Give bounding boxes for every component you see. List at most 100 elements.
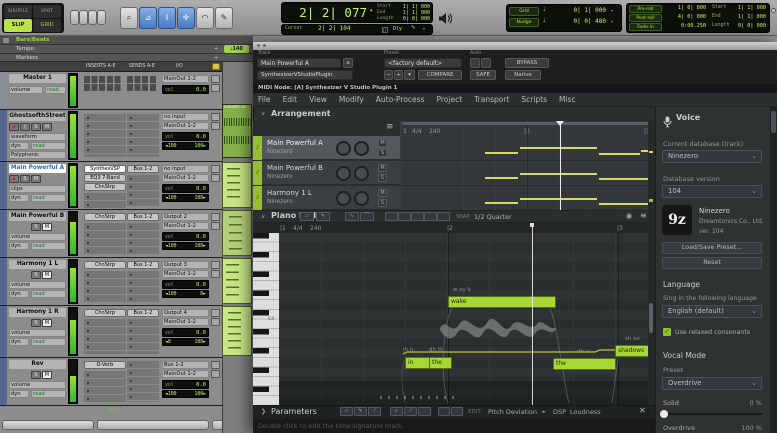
- post-roll-chip[interactable]: Post-roll: [629, 14, 662, 22]
- insert-slots-empty[interactable]: [84, 319, 126, 354]
- solo-button[interactable]: S: [31, 223, 41, 231]
- cycle-arrows-icon[interactable]: ◂▸: [541, 409, 546, 415]
- arr-mute-button[interactable]: M: [378, 189, 387, 197]
- input-selector[interactable]: Output 4: [162, 309, 209, 317]
- insert-position-button[interactable]: a: [343, 58, 353, 68]
- menu-project[interactable]: Project: [436, 95, 462, 104]
- plugin-name-selector[interactable]: SynthesizerVStudioPlugin: [257, 70, 353, 80]
- toolbar-expand-button[interactable]: [771, 8, 776, 13]
- track-options-button[interactable]: [211, 270, 220, 278]
- track-dyn-selector[interactable]: dyn: [9, 290, 29, 298]
- param-tool-button[interactable]: [451, 407, 463, 416]
- auto-safe-icon-button[interactable]: [481, 58, 491, 68]
- vertical-scroll-thumb[interactable]: [649, 303, 653, 333]
- safe-button[interactable]: SAFE: [470, 70, 496, 80]
- param-tool-button[interactable]: ▱: [340, 407, 353, 416]
- arrangement-hscrollbar[interactable]: [402, 122, 650, 125]
- output-selector[interactable]: MainOut 1-2: [162, 270, 209, 278]
- arr-solo-button[interactable]: S: [378, 199, 387, 207]
- arrangement-playhead[interactable]: [560, 121, 561, 210]
- grid-note-icon[interactable]: ♩: [543, 6, 546, 13]
- grid-indicator-icon[interactable]: [382, 27, 388, 33]
- track-dyn-selector[interactable]: dyn: [9, 390, 29, 398]
- note-segment[interactable]: [520, 147, 597, 149]
- voice-panel-scrollbar[interactable]: [770, 107, 777, 433]
- track-name[interactable]: GhostsofthStreet: [9, 112, 66, 121]
- output-selector[interactable]: MainOut 1-2: [162, 174, 209, 182]
- overview-strip[interactable]: [648, 121, 655, 405]
- grid-mode-chip[interactable]: Grid: [509, 7, 539, 16]
- dsp-label[interactable]: DSP: [553, 408, 566, 416]
- send-assignment[interactable]: Bus 1-2: [127, 309, 159, 317]
- input-selector[interactable]: Bus 1-2: [162, 361, 209, 369]
- loop-icon[interactable]: ◉: [626, 212, 632, 220]
- output-selector[interactable]: MainOut 1-2: [162, 75, 209, 83]
- length-value-2[interactable]: 0| 0| 000: [736, 23, 766, 29]
- language-selector[interactable]: English (default)⌄: [662, 305, 762, 318]
- note-segment[interactable]: [485, 177, 518, 179]
- fade-in-value[interactable]: 0:00.250: [664, 23, 706, 29]
- pan-readout[interactable]: ◄100100►: [162, 242, 209, 250]
- menu-file[interactable]: File: [258, 95, 271, 104]
- vibrato-tool-button[interactable]: ⌒: [360, 212, 374, 221]
- send-slots-empty[interactable]: [127, 114, 159, 157]
- track-automation-selector[interactable]: read: [31, 242, 66, 250]
- note-lyric[interactable]: wake: [448, 296, 556, 308]
- input-selector[interactable]: no input: [162, 165, 209, 173]
- param-tool-button[interactable]: ⟋: [404, 407, 417, 416]
- bypass-button[interactable]: BYPASS: [505, 58, 549, 68]
- bottom-toolbar-button[interactable]: [2, 420, 94, 430]
- current-db-selector[interactable]: Ninezero⌄: [662, 150, 762, 163]
- output-meter-icon[interactable]: [438, 10, 452, 29]
- track-options-button[interactable]: [211, 122, 220, 130]
- note-phoneme[interactable]: dh a: [577, 349, 589, 355]
- track-options-button[interactable]: [211, 261, 220, 269]
- ruler-menu-icon[interactable]: [3, 38, 9, 43]
- send-assignment[interactable]: Bus 1-2: [127, 213, 159, 221]
- pan-readout[interactable]: ◄0100►: [162, 338, 209, 346]
- gain-knob[interactable]: [354, 191, 369, 206]
- param-tool-button[interactable]: ⟋: [368, 407, 381, 416]
- track-color-strip[interactable]: [0, 358, 7, 405]
- track-color-strip[interactable]: [0, 210, 7, 257]
- counter-caret-icon[interactable]: ▾: [370, 8, 373, 14]
- insert-slots-empty[interactable]: [84, 271, 126, 302]
- track-automation-selector[interactable]: read: [31, 390, 66, 398]
- note-segment[interactable]: [520, 173, 597, 175]
- start-value-2[interactable]: 1| 1| 000: [736, 5, 766, 11]
- pan-knob[interactable]: [336, 191, 351, 206]
- gain-knob[interactable]: [354, 166, 369, 181]
- insert-plugin[interactable]: ChnStrp: [84, 261, 126, 269]
- param-tool-button[interactable]: [438, 407, 450, 416]
- pan-readout[interactable]: ◄100100►: [162, 142, 209, 150]
- track-color-strip[interactable]: [0, 306, 7, 357]
- mode-grid-button[interactable]: GRID: [33, 19, 61, 32]
- mode-toggle-button[interactable]: [385, 212, 398, 221]
- mute-button[interactable]: M: [31, 175, 41, 183]
- note-phoneme[interactable]: ih n: [403, 347, 413, 353]
- pan-readout[interactable]: ◄1000►: [162, 290, 209, 298]
- mode-slip-button[interactable]: SLIP: [4, 19, 32, 32]
- insert-slots-empty[interactable]: [84, 114, 126, 157]
- nudge-value[interactable]: 0| 0| 480: [552, 18, 606, 25]
- track-options-button[interactable]: [211, 222, 220, 230]
- solo-button[interactable]: S: [31, 271, 41, 279]
- note-segment[interactable]: [599, 153, 640, 155]
- note-segment[interactable]: [599, 178, 653, 180]
- ruler-markers-label[interactable]: Markers: [16, 55, 38, 61]
- track-options-button[interactable]: [211, 113, 220, 121]
- preset-increment-button[interactable]: +: [394, 70, 403, 80]
- track-name[interactable]: Rev: [9, 360, 66, 369]
- arr-track-name[interactable]: Main Powerful A: [267, 139, 323, 147]
- arrangement-menu-icon[interactable]: ≡: [386, 122, 394, 132]
- solid-slider-knob[interactable]: [660, 410, 668, 418]
- note-phoneme[interactable]: dh ih: [429, 347, 443, 353]
- track-options-button[interactable]: [211, 213, 220, 221]
- track-view-selector[interactable]: volume: [9, 86, 43, 94]
- send-assignment[interactable]: Bus 1-2: [127, 165, 159, 173]
- main-counter[interactable]: 2| 2| 077: [283, 3, 367, 22]
- track-name[interactable]: Main Powerful B: [9, 212, 66, 221]
- note-lyric[interactable]: in: [405, 357, 432, 369]
- mode-toggle-button[interactable]: [437, 212, 450, 221]
- solo-button[interactable]: S: [31, 123, 41, 131]
